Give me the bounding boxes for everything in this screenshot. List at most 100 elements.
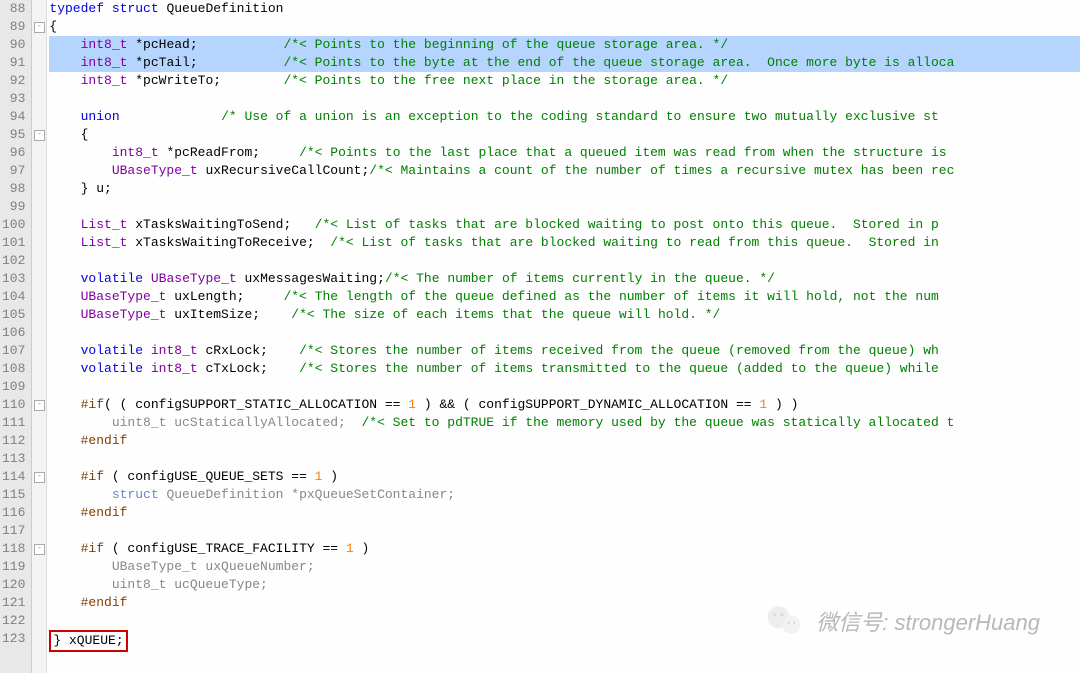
line-number: 117 xyxy=(2,522,27,540)
line-number: 111 xyxy=(2,414,27,432)
fold-marker[interactable] xyxy=(32,162,46,180)
line-number: 114 xyxy=(2,468,27,486)
code-line[interactable]: UBaseType_t uxLength; /*< The length of … xyxy=(49,288,1080,306)
code-line[interactable]: List_t xTasksWaitingToSend; /*< List of … xyxy=(49,216,1080,234)
fold-marker[interactable]: - xyxy=(32,540,46,558)
code-line[interactable] xyxy=(49,198,1080,216)
code-line[interactable] xyxy=(49,522,1080,540)
code-line[interactable]: struct QueueDefinition *pxQueueSetContai… xyxy=(49,486,1080,504)
line-number: 104 xyxy=(2,288,27,306)
code-area[interactable]: typedef struct QueueDefinition{ int8_t *… xyxy=(47,0,1080,673)
code-line[interactable]: #endif xyxy=(49,594,1080,612)
code-line[interactable]: uint8_t ucStaticallyAllocated; /*< Set t… xyxy=(49,414,1080,432)
fold-marker[interactable] xyxy=(32,594,46,612)
fold-marker[interactable] xyxy=(32,342,46,360)
line-number: 115 xyxy=(2,486,27,504)
fold-marker[interactable] xyxy=(32,0,46,18)
fold-marker[interactable] xyxy=(32,72,46,90)
code-line[interactable] xyxy=(49,324,1080,342)
fold-marker[interactable]: - xyxy=(32,126,46,144)
line-number: 96 xyxy=(2,144,27,162)
line-number: 90 xyxy=(2,36,27,54)
fold-marker[interactable] xyxy=(32,450,46,468)
fold-marker[interactable] xyxy=(32,576,46,594)
highlight-box: } xQUEUE; xyxy=(49,630,127,652)
fold-marker[interactable] xyxy=(32,216,46,234)
fold-marker[interactable] xyxy=(32,324,46,342)
code-line[interactable]: int8_t *pcTail; /*< Points to the byte a… xyxy=(49,54,1080,72)
line-number: 89 xyxy=(2,18,27,36)
code-line[interactable]: int8_t *pcReadFrom; /*< Points to the la… xyxy=(49,144,1080,162)
line-number: 101 xyxy=(2,234,27,252)
code-line[interactable]: volatile int8_t cRxLock; /*< Stores the … xyxy=(49,342,1080,360)
line-number: 91 xyxy=(2,54,27,72)
code-line[interactable]: #endif xyxy=(49,432,1080,450)
line-number: 108 xyxy=(2,360,27,378)
line-number: 107 xyxy=(2,342,27,360)
fold-marker[interactable]: - xyxy=(32,396,46,414)
line-number: 116 xyxy=(2,504,27,522)
fold-marker[interactable]: - xyxy=(32,468,46,486)
code-line[interactable]: int8_t *pcWriteTo; /*< Points to the fre… xyxy=(49,72,1080,90)
fold-marker[interactable] xyxy=(32,252,46,270)
fold-marker[interactable] xyxy=(32,486,46,504)
line-number: 120 xyxy=(2,576,27,594)
fold-marker[interactable] xyxy=(32,54,46,72)
code-line[interactable]: List_t xTasksWaitingToReceive; /*< List … xyxy=(49,234,1080,252)
code-line[interactable] xyxy=(49,450,1080,468)
fold-marker[interactable] xyxy=(32,558,46,576)
code-line[interactable]: volatile int8_t cTxLock; /*< Stores the … xyxy=(49,360,1080,378)
fold-marker[interactable] xyxy=(32,270,46,288)
code-line[interactable]: } xQUEUE; xyxy=(49,630,1080,648)
fold-marker[interactable] xyxy=(32,504,46,522)
line-number: 92 xyxy=(2,72,27,90)
fold-marker[interactable] xyxy=(32,432,46,450)
fold-marker[interactable] xyxy=(32,288,46,306)
code-line[interactable] xyxy=(49,378,1080,396)
fold-column[interactable]: - - - - - xyxy=(32,0,47,673)
fold-marker[interactable] xyxy=(32,630,46,648)
line-number: 102 xyxy=(2,252,27,270)
fold-marker[interactable] xyxy=(32,144,46,162)
line-number: 106 xyxy=(2,324,27,342)
fold-marker[interactable] xyxy=(32,378,46,396)
fold-marker[interactable] xyxy=(32,306,46,324)
line-number: 119 xyxy=(2,558,27,576)
code-line[interactable]: { xyxy=(49,126,1080,144)
fold-marker[interactable] xyxy=(32,180,46,198)
code-line[interactable]: { xyxy=(49,18,1080,36)
code-line[interactable] xyxy=(49,252,1080,270)
code-line[interactable]: volatile UBaseType_t uxMessagesWaiting;/… xyxy=(49,270,1080,288)
code-line[interactable]: #if( ( configSUPPORT_STATIC_ALLOCATION =… xyxy=(49,396,1080,414)
code-line[interactable]: typedef struct QueueDefinition xyxy=(49,0,1080,18)
fold-marker[interactable] xyxy=(32,414,46,432)
fold-marker[interactable]: - xyxy=(32,18,46,36)
code-line[interactable]: UBaseType_t uxRecursiveCallCount;/*< Mai… xyxy=(49,162,1080,180)
fold-marker[interactable] xyxy=(32,90,46,108)
line-number: 100 xyxy=(2,216,27,234)
code-editor[interactable]: 8889909192939495969798991001011021031041… xyxy=(0,0,1080,673)
code-line[interactable]: } u; xyxy=(49,180,1080,198)
code-line[interactable] xyxy=(49,90,1080,108)
code-line[interactable]: #if ( configUSE_QUEUE_SETS == 1 ) xyxy=(49,468,1080,486)
code-line[interactable]: union /* Use of a union is an exception … xyxy=(49,108,1080,126)
code-line[interactable]: int8_t *pcHead; /*< Points to the beginn… xyxy=(49,36,1080,54)
fold-marker[interactable] xyxy=(32,108,46,126)
line-number: 98 xyxy=(2,180,27,198)
line-number: 94 xyxy=(2,108,27,126)
code-line[interactable]: #if ( configUSE_TRACE_FACILITY == 1 ) xyxy=(49,540,1080,558)
code-line[interactable]: UBaseType_t uxQueueNumber; xyxy=(49,558,1080,576)
code-line[interactable]: UBaseType_t uxItemSize; /*< The size of … xyxy=(49,306,1080,324)
code-line[interactable]: uint8_t ucQueueType; xyxy=(49,576,1080,594)
fold-marker[interactable] xyxy=(32,360,46,378)
code-line[interactable]: #endif xyxy=(49,504,1080,522)
code-line[interactable] xyxy=(49,612,1080,630)
fold-marker[interactable] xyxy=(32,612,46,630)
fold-marker[interactable] xyxy=(32,234,46,252)
fold-marker[interactable] xyxy=(32,522,46,540)
line-number: 118 xyxy=(2,540,27,558)
line-number: 88 xyxy=(2,0,27,18)
fold-marker[interactable] xyxy=(32,198,46,216)
line-number: 99 xyxy=(2,198,27,216)
fold-marker[interactable] xyxy=(32,36,46,54)
